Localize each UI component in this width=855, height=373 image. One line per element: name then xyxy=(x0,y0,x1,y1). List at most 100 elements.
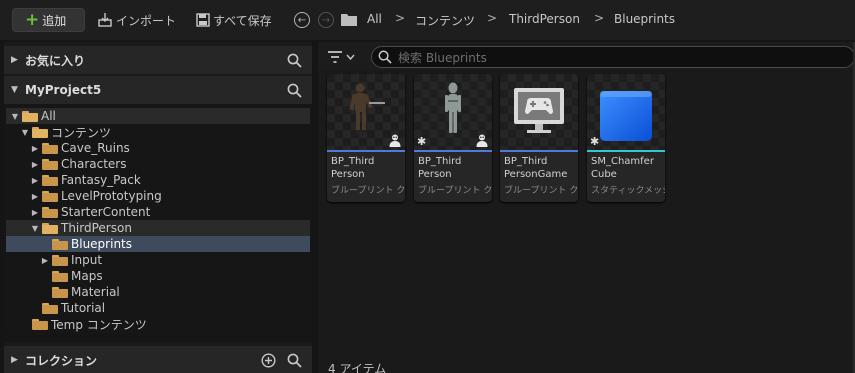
tree-item[interactable]: Material xyxy=(6,284,310,300)
folder-icon xyxy=(22,110,38,122)
search-placeholder: 検索 Blueprints xyxy=(398,50,487,65)
collections-header[interactable]: ▶ コレクション xyxy=(4,346,312,373)
filter-button[interactable] xyxy=(328,48,355,66)
tree-item[interactable]: Tutorial xyxy=(6,300,310,316)
folder-icon xyxy=(32,126,48,138)
save-all-button[interactable]: すべて保存 xyxy=(196,10,272,30)
favorites-header[interactable]: ▶ お気に入り xyxy=(4,46,312,74)
search-icon[interactable] xyxy=(287,353,302,368)
tree-item[interactable]: ▶ Fantasy_Pack xyxy=(6,172,310,188)
arrow-right-icon: → xyxy=(321,14,331,26)
import-button-label: インポート xyxy=(116,13,177,28)
divider xyxy=(4,334,312,342)
folder-icon xyxy=(42,174,58,186)
back-button[interactable]: ← xyxy=(294,12,310,28)
tree-item-label: Characters xyxy=(61,157,127,171)
search-icon[interactable] xyxy=(287,53,302,68)
add-button-label: 追加 xyxy=(42,13,67,28)
folder-icon xyxy=(42,190,58,202)
collections-label: コレクション xyxy=(25,353,98,368)
chevron-down-icon[interactable]: ▼ xyxy=(10,112,20,121)
tree-item[interactable]: ▶ Characters xyxy=(6,156,310,172)
tree-item[interactable]: ▶ StarterContent xyxy=(6,204,310,220)
forward-button[interactable]: → xyxy=(318,12,334,28)
modified-star-icon: ✱ xyxy=(590,135,600,148)
asset-type: ブループリント クラス xyxy=(331,186,405,196)
asset-type-color-bar xyxy=(587,150,665,152)
breadcrumb-separator-icon: > xyxy=(487,11,498,25)
tree-item[interactable]: Blueprints xyxy=(6,236,310,252)
tree-item[interactable]: ▶ Input xyxy=(6,252,310,268)
folder-icon xyxy=(52,238,68,250)
project-header[interactable]: ▼ MyProject5 xyxy=(4,76,312,104)
asset-type-color-bar xyxy=(500,150,578,152)
chevron-right-icon[interactable]: ▶ xyxy=(30,208,40,217)
folder-icon xyxy=(42,158,58,170)
asset-grid: BP_Third Person ブループリント クラス ✱ BP_Third Pers… xyxy=(318,70,855,373)
sources-panel: ▶ お気に入り ▼ MyProject5 ▼ All ▼ コンテンツ ▶ Cave_Rui… xyxy=(4,42,312,373)
breadcrumb-blueprints[interactable]: Blueprints xyxy=(614,12,675,26)
tree-item-label: StarterContent xyxy=(61,205,151,219)
tree-item[interactable]: Maps xyxy=(6,268,310,284)
plus-icon: + xyxy=(25,9,40,30)
character-class-icon xyxy=(388,133,402,147)
tree-item[interactable]: ▼ All xyxy=(6,108,310,124)
tree-item-label: Temp コンテンツ xyxy=(51,317,147,332)
asset-type: ブループリント クラス xyxy=(504,186,578,196)
chevron-right-icon[interactable]: ▶ xyxy=(40,256,50,265)
project-label: MyProject5 xyxy=(25,83,102,97)
tree-item[interactable]: ▶ LevelPrototyping xyxy=(6,188,310,204)
folder-icon xyxy=(52,254,68,266)
folder-tree: ▼ All ▼ コンテンツ ▶ Cave_Ruins ▶ Characters ▶ Fantasy… xyxy=(4,104,312,334)
folder-icon[interactable] xyxy=(341,13,357,26)
asset-tile[interactable]: BP_Third Person ブループリント クラス xyxy=(327,74,405,202)
chevron-right-icon[interactable]: ▶ xyxy=(30,160,40,169)
asset-view-panel: 検索 Blueprints BP_Third Person ブループリント クラス… xyxy=(318,42,855,373)
import-button[interactable]: インポート xyxy=(97,10,176,30)
item-count: 4 アイテム xyxy=(328,362,387,373)
filter-icon xyxy=(328,51,342,63)
chevron-right-icon: ▶ xyxy=(11,55,18,65)
add-collection-icon[interactable] xyxy=(261,353,276,368)
asset-type: スタティックメッシュ xyxy=(591,186,665,196)
search-field[interactable]: 検索 Blueprints xyxy=(371,46,855,68)
chevron-right-icon[interactable]: ▶ xyxy=(30,192,40,201)
add-button[interactable]: + 追加 xyxy=(12,8,85,32)
tree-item[interactable]: Temp コンテンツ xyxy=(6,316,310,332)
chevron-down-icon[interactable]: ▼ xyxy=(20,128,30,137)
search-icon xyxy=(378,50,392,64)
breadcrumb-thirdperson[interactable]: ThirdPerson xyxy=(509,12,580,26)
folder-icon xyxy=(42,302,58,314)
asset-tile[interactable]: ✱ SM_Chamfer Cube スタティックメッシュ xyxy=(587,74,665,202)
asset-tile[interactable]: BP_Third PersonGame ブループリント クラス xyxy=(500,74,578,202)
asset-name: BP_Third Person xyxy=(331,156,375,180)
tree-item[interactable]: ▼ ThirdPerson xyxy=(6,220,310,236)
asset-tile[interactable]: ✱ BP_Third Person ブループリント クラス xyxy=(414,74,492,202)
tree-item[interactable]: ▶ Cave_Ruins xyxy=(6,140,310,156)
asset-type-color-bar xyxy=(327,150,405,152)
asset-type-color-bar xyxy=(414,150,492,152)
breadcrumb-all[interactable]: All xyxy=(367,12,382,26)
chevron-right-icon: ▶ xyxy=(11,355,18,365)
tree-item[interactable]: ▼ コンテンツ xyxy=(6,124,310,140)
asset-thumbnail xyxy=(500,74,578,150)
tree-item-label: Fantasy_Pack xyxy=(61,173,141,187)
chevron-down-icon[interactable]: ▼ xyxy=(30,224,40,233)
asset-type: ブループリント クラス xyxy=(418,186,492,196)
folder-icon xyxy=(32,318,48,330)
chevron-right-icon[interactable]: ▶ xyxy=(30,144,40,153)
search-icon[interactable] xyxy=(287,83,302,98)
tree-item-label: Input xyxy=(71,253,103,267)
breadcrumb-separator-icon: > xyxy=(594,11,605,25)
chevron-right-icon[interactable]: ▶ xyxy=(30,176,40,185)
breadcrumb-content[interactable]: コンテンツ xyxy=(415,12,475,29)
asset-name: SM_Chamfer Cube xyxy=(591,156,654,180)
tree-item-label: Blueprints xyxy=(71,237,133,251)
folder-icon xyxy=(42,206,58,218)
arrow-left-icon: ← xyxy=(297,14,307,26)
modified-star-icon: ✱ xyxy=(417,135,427,148)
folder-icon xyxy=(42,142,58,154)
tree-item-label: Tutorial xyxy=(61,301,106,315)
save-all-button-label: すべて保存 xyxy=(213,13,272,28)
tree-item-label: ThirdPerson xyxy=(61,221,132,235)
